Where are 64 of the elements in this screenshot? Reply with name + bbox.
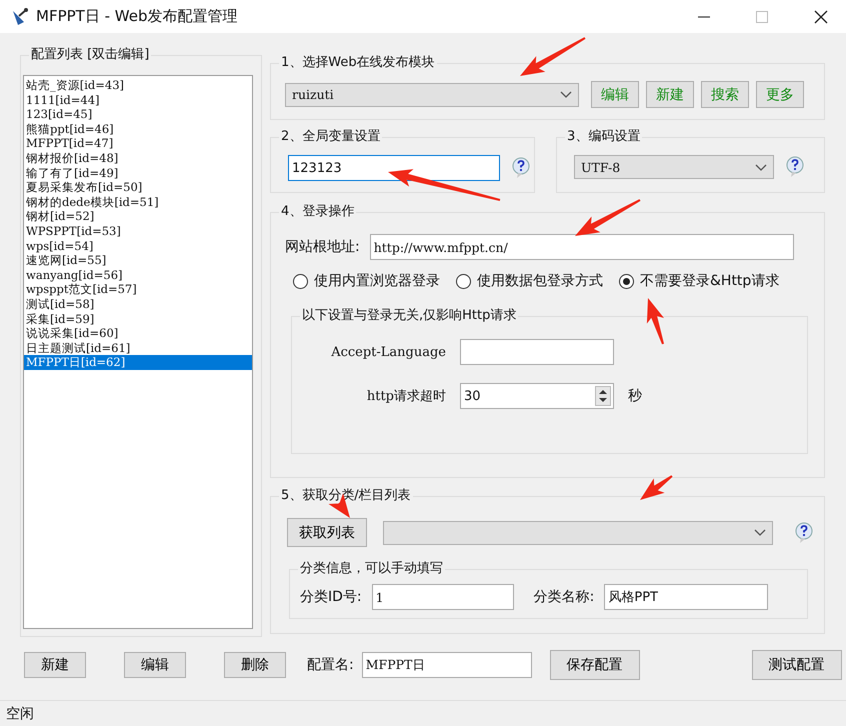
list-item[interactable]: WPSPPT[id=53] [24, 224, 252, 239]
list-item[interactable]: 1111[id=44] [24, 92, 252, 108]
spinner-icon[interactable] [595, 386, 611, 406]
help-icon[interactable] [793, 522, 815, 544]
radio-option[interactable]: 使用内置浏览器登录 [293, 272, 440, 290]
annotation-arrow [646, 298, 664, 344]
radio-button[interactable] [456, 274, 471, 288]
satellite-dish-icon [10, 6, 30, 26]
chevron-down-icon [755, 164, 767, 170]
config-name-field[interactable]: MFPPT日 [362, 652, 532, 678]
input-field[interactable]: 风格PPT [604, 584, 768, 610]
test-button[interactable]: 测试配置 [752, 650, 842, 680]
save-button[interactable]: 保存配置 [550, 650, 640, 680]
field-label: 配置名: [307, 656, 354, 674]
url-field[interactable]: http://www.mfppt.cn/ [370, 234, 794, 260]
help-icon[interactable] [510, 157, 532, 179]
list-item[interactable]: 日主题测试[id=61] [24, 340, 252, 356]
list-item[interactable]: 钢材[id=52] [24, 209, 252, 224]
list-item[interactable]: 钢材的dede模块[id=51] [24, 194, 252, 210]
list-item[interactable]: 说说采集[id=60] [24, 326, 252, 341]
list-action-button[interactable]: 删除 [224, 652, 286, 678]
list-item[interactable]: MFPPT[id=47] [24, 136, 252, 151]
list-action-button[interactable]: 编辑 [124, 652, 186, 678]
list-item[interactable]: wps[id=54] [24, 238, 252, 254]
list-item[interactable]: MFPPT日[id=62] [24, 355, 252, 370]
annotation-arrow [520, 37, 586, 76]
group-title: 以下设置与登录无关,仅影响Http请求 [300, 307, 518, 325]
status-text: 空闲 [6, 704, 34, 722]
list-item[interactable]: 夏易采集发布[id=50] [24, 180, 252, 195]
field-label: 分类ID号: [300, 588, 362, 606]
module-dropdown[interactable]: ruizuti [285, 82, 579, 106]
list-action-button[interactable]: 新建 [24, 652, 86, 678]
unit-label: 秒 [628, 387, 642, 405]
number-field[interactable]: 30 [460, 383, 614, 409]
list-item[interactable]: 熊猫ppt[id=46] [24, 122, 252, 136]
radio-button[interactable] [293, 274, 308, 288]
field-label: http请求超时 [366, 388, 446, 405]
help-icon[interactable] [784, 156, 806, 178]
annotation-arrow [575, 199, 640, 236]
list-item[interactable]: 速览网[id=55] [24, 253, 252, 268]
chevron-down-icon [560, 91, 572, 98]
list-item[interactable]: 输了有了[id=49] [24, 166, 252, 180]
field-label: 分类名称: [534, 588, 594, 606]
list-item[interactable]: 采集[id=59] [24, 312, 252, 326]
list-item[interactable]: 站壳_资源[id=43] [24, 78, 252, 93]
input-field[interactable]: 1 [372, 584, 514, 610]
close-icon[interactable] [814, 10, 828, 24]
fetch-list-button[interactable]: 获取列表 [287, 518, 367, 547]
field-label: Accept-Language [330, 344, 446, 360]
list-item[interactable]: wpsppt范文[id=57] [24, 282, 252, 297]
list-item[interactable]: 钢材报价[id=48] [24, 150, 252, 166]
input-field[interactable] [460, 339, 614, 365]
list-item[interactable]: wanyang[id=56] [24, 268, 252, 282]
encoding-dropdown[interactable]: UTF-8 [574, 155, 774, 179]
window-title: MFPPT日 - Web发布配置管理 [36, 7, 238, 26]
radio-option[interactable]: 使用数据包登录方式 [456, 272, 603, 290]
input-field[interactable]: 123123 [288, 155, 500, 181]
annotation-arrow [640, 475, 673, 500]
field-label: 网站根地址: [285, 238, 360, 256]
list-item[interactable]: 测试[id=58] [24, 296, 252, 312]
list-item[interactable]: 123[id=45] [24, 107, 252, 122]
radio-option[interactable]: 不需要登录&Http请求 [619, 272, 780, 290]
radio-button[interactable] [619, 274, 634, 288]
chevron-down-icon [754, 529, 766, 536]
